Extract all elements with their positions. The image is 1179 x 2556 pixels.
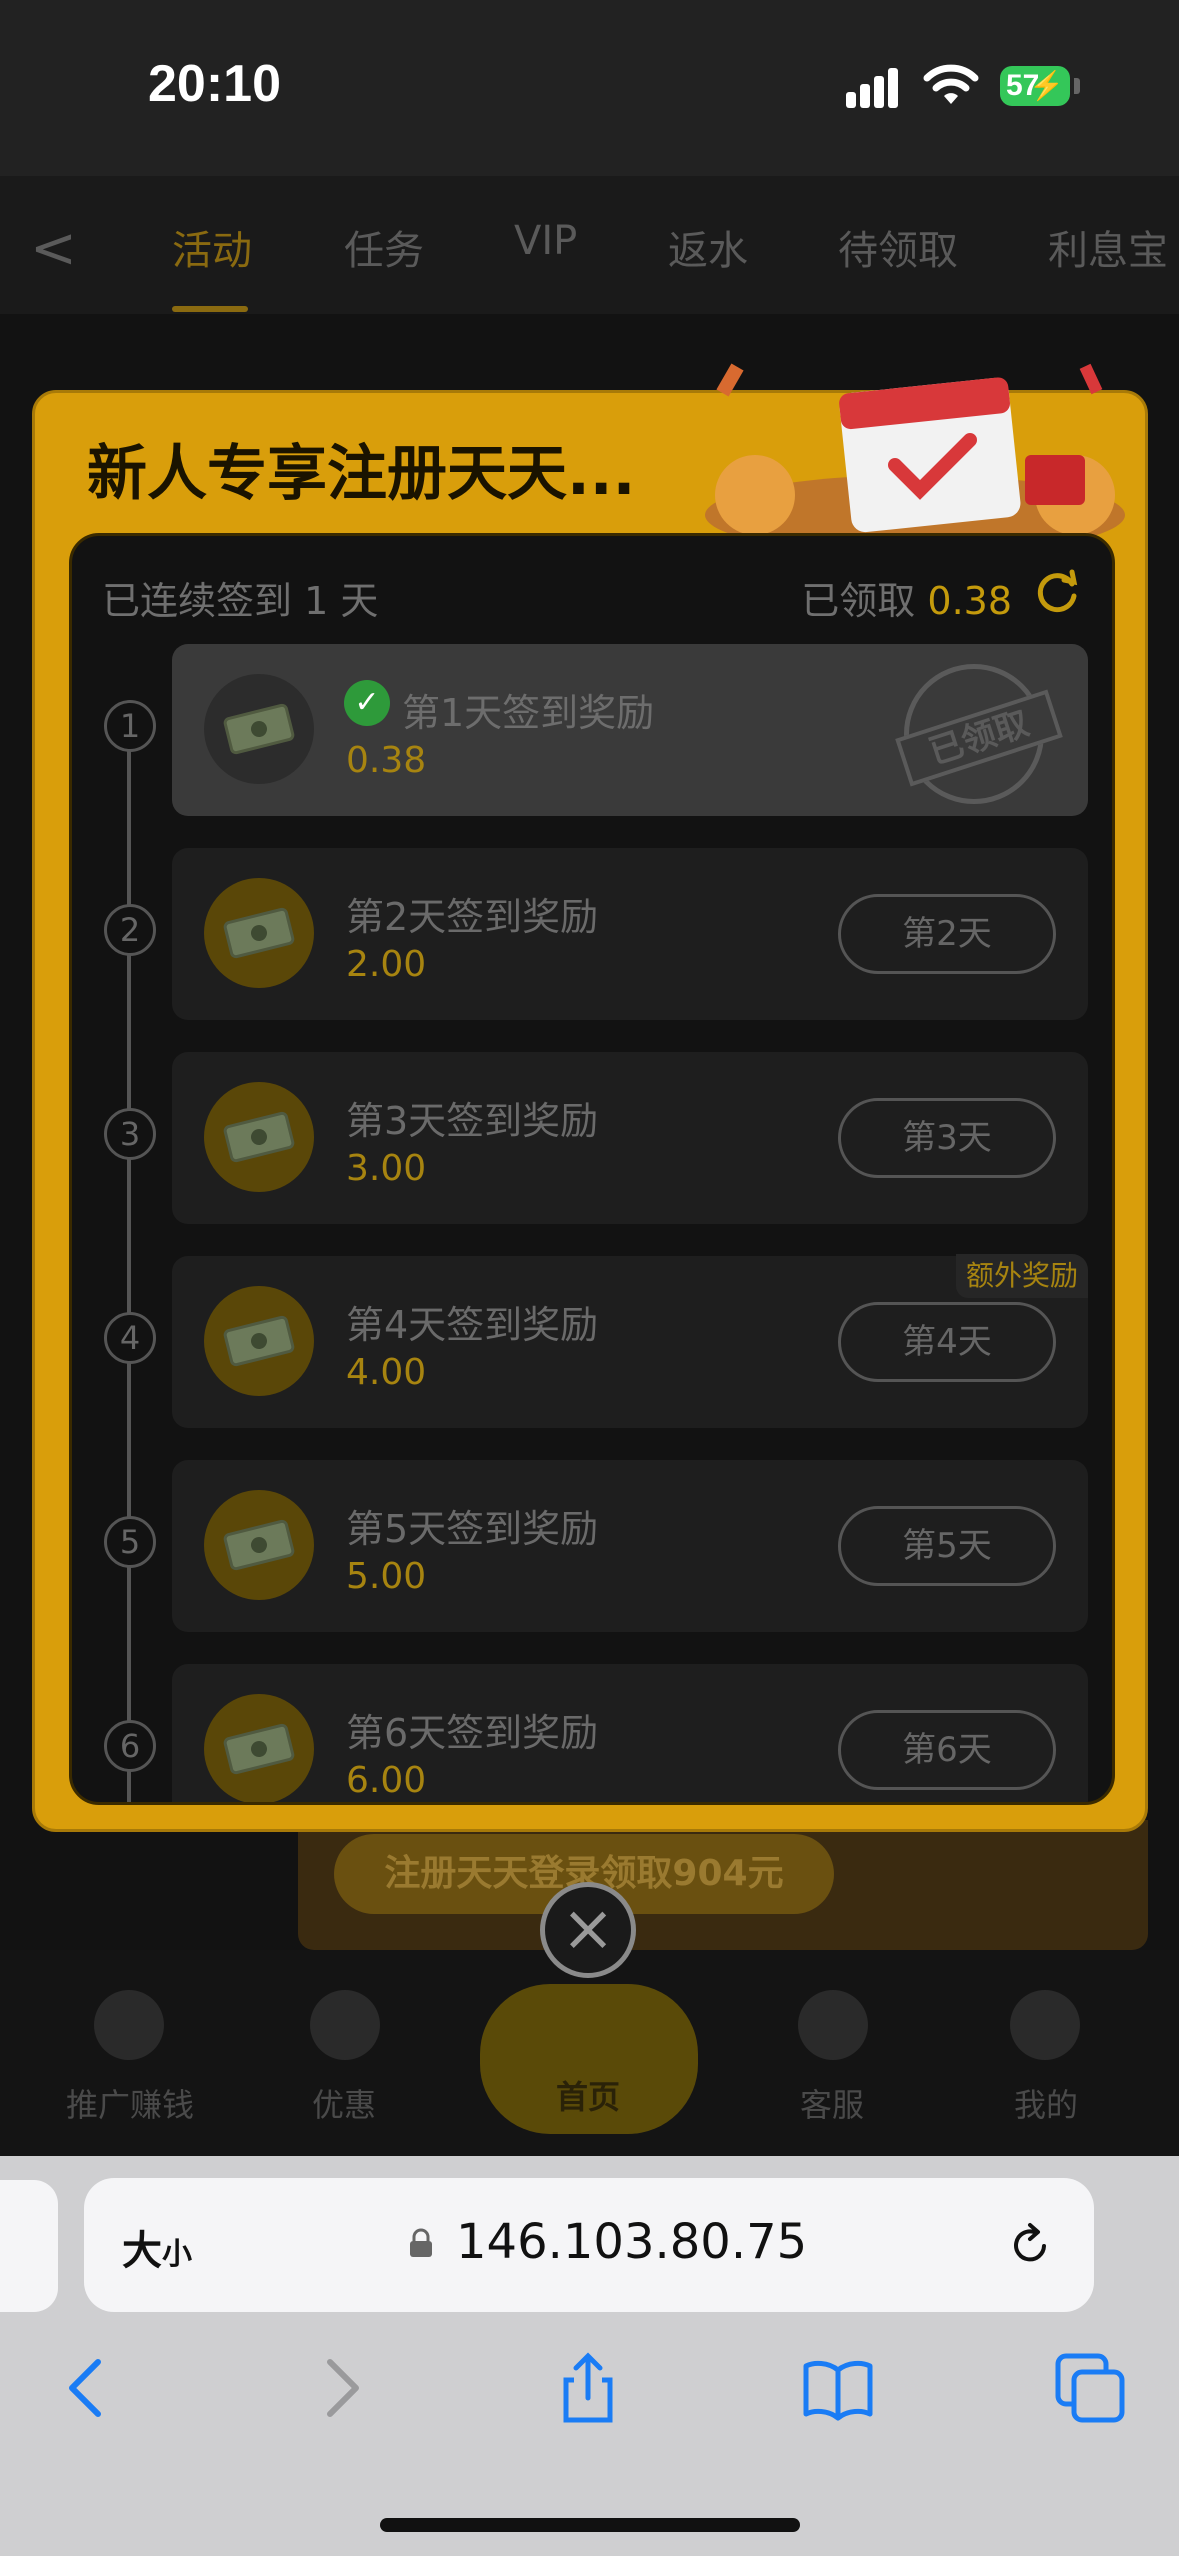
share-icon[interactable] [550, 2350, 626, 2426]
clock: 20:10 [148, 55, 281, 113]
day-number: 5 [104, 1516, 156, 1568]
reload-icon[interactable] [1004, 2220, 1056, 2272]
extra-reward-tag: 额外奖励 [955, 1254, 1088, 1298]
cellular-signal-icon [846, 64, 906, 108]
day-amount: 6.00 [346, 1760, 427, 1801]
day-number: 1 [104, 700, 156, 752]
day-amount: 4.00 [346, 1352, 427, 1393]
text-size-large: 大 [122, 2228, 162, 2274]
nav-support[interactable]: 客服 [800, 2080, 864, 2126]
cash-icon [204, 878, 314, 988]
checkin-modal: 新人专享注册天天... 已连续签到 1 天 已领取 0.38 1 ✓ 第1天签到… [32, 363, 1148, 1832]
status-bar: 20:10 57 ⚡ [0, 0, 1179, 176]
stamp-text: 已领取 [895, 689, 1063, 787]
support-icon [798, 1990, 868, 2060]
nav-offers[interactable]: 优惠 [312, 2080, 376, 2126]
day-card-5: 第5天签到奖励 5.00 第5天 [172, 1460, 1088, 1632]
previous-tab-edge[interactable] [0, 2180, 58, 2312]
cash-icon [204, 1694, 314, 1802]
day-card-2: 第2天签到奖励 2.00 第2天 [172, 848, 1088, 1020]
day-button[interactable]: 第6天 [838, 1710, 1056, 1790]
url-text[interactable]: 146.103.80.75 [456, 2214, 807, 2270]
day-button[interactable]: 第4天 [838, 1302, 1056, 1382]
back-arrow-icon[interactable] [50, 2350, 126, 2426]
day-card-3: 第3天签到奖励 3.00 第3天 [172, 1052, 1088, 1224]
tab-pending[interactable]: 待领取 [838, 218, 958, 276]
tab-rebate[interactable]: 返水 [668, 218, 748, 276]
profile-icon [1010, 1990, 1080, 2060]
text-size-small: 小 [162, 2237, 192, 2272]
close-modal-button[interactable]: × [540, 1882, 636, 1978]
active-tab-indicator [172, 306, 248, 312]
day-title: 第5天签到奖励 [346, 1507, 599, 1551]
battery-icon: 57 ⚡ [1000, 66, 1070, 106]
day-title: 第6天签到奖励 [346, 1711, 599, 1755]
day-number: 3 [104, 1108, 156, 1160]
cash-icon [204, 1286, 314, 1396]
gift-icon [310, 1990, 380, 2060]
modal-title: 新人专享注册天天... [87, 439, 636, 509]
day-amount: 5.00 [346, 1556, 427, 1597]
tab-activity[interactable]: 活动 [172, 218, 252, 276]
day-amount: 3.00 [346, 1148, 427, 1189]
tab-vip[interactable]: VIP [514, 218, 577, 264]
home-indicator [380, 2518, 800, 2532]
day-button[interactable]: 第2天 [838, 894, 1056, 974]
bookmarks-icon[interactable] [800, 2350, 876, 2426]
day-card-1: ✓ 第1天签到奖励 0.38 已领取 [172, 644, 1088, 816]
claimed-label: 已领取 [801, 579, 916, 623]
promote-icon [94, 1990, 164, 2060]
cash-icon [204, 674, 314, 784]
day-title: 第2天签到奖励 [346, 895, 599, 939]
day-card-6: 第6天签到奖励 6.00 第6天 [172, 1664, 1088, 1802]
day-number: 4 [104, 1312, 156, 1364]
day-button[interactable]: 第5天 [838, 1506, 1056, 1586]
calendar-illustration [705, 363, 1125, 545]
claimed-stamp: 已领取 [895, 664, 1063, 804]
back-icon[interactable]: < [30, 216, 77, 281]
nav-mine[interactable]: 我的 [1014, 2080, 1078, 2126]
day-amount: 0.38 [346, 740, 427, 781]
day-title: 第4天签到奖励 [346, 1303, 599, 1347]
claimed-total: 已领取 0.38 [801, 570, 1012, 625]
day-amount: 2.00 [346, 944, 427, 985]
day-button[interactable]: 第3天 [838, 1098, 1056, 1178]
forward-arrow-icon[interactable] [302, 2350, 378, 2426]
refresh-icon[interactable] [1032, 566, 1082, 616]
tab-tasks[interactable]: 任务 [344, 218, 424, 276]
streak-text: 已连续签到 1 天 [102, 579, 379, 623]
day-title: 第1天签到奖励 [402, 691, 655, 735]
lock-icon [410, 2228, 432, 2257]
cash-icon [204, 1082, 314, 1192]
wifi-icon [923, 64, 979, 104]
check-icon: ✓ [344, 680, 390, 726]
day-card-4: 额外奖励 第4天签到奖励 4.00 第4天 [172, 1254, 1088, 1428]
nav-home[interactable]: 首页 [556, 2072, 620, 2118]
day-title: 第3天签到奖励 [346, 1099, 599, 1143]
cash-icon [204, 1490, 314, 1600]
text-size-button[interactable]: 大小 [122, 2218, 192, 2276]
day-number: 2 [104, 904, 156, 956]
claimed-amount: 0.38 [927, 579, 1012, 623]
tabs-icon[interactable] [1052, 2350, 1128, 2426]
address-bar[interactable]: 大小 146.103.80.75 [84, 2178, 1094, 2312]
battery-tip [1074, 78, 1080, 94]
top-tab-bar: < 活动 任务 VIP 返水 待领取 利息宝 [0, 176, 1179, 314]
timeline-line [127, 706, 131, 1802]
nav-promote[interactable]: 推广赚钱 [66, 2080, 194, 2126]
checkin-panel: 已连续签到 1 天 已领取 0.38 1 ✓ 第1天签到奖励 0.38 已领取 … [69, 533, 1115, 1805]
day-number: 6 [104, 1720, 156, 1772]
tab-interest[interactable]: 利息宝 [1048, 218, 1168, 276]
